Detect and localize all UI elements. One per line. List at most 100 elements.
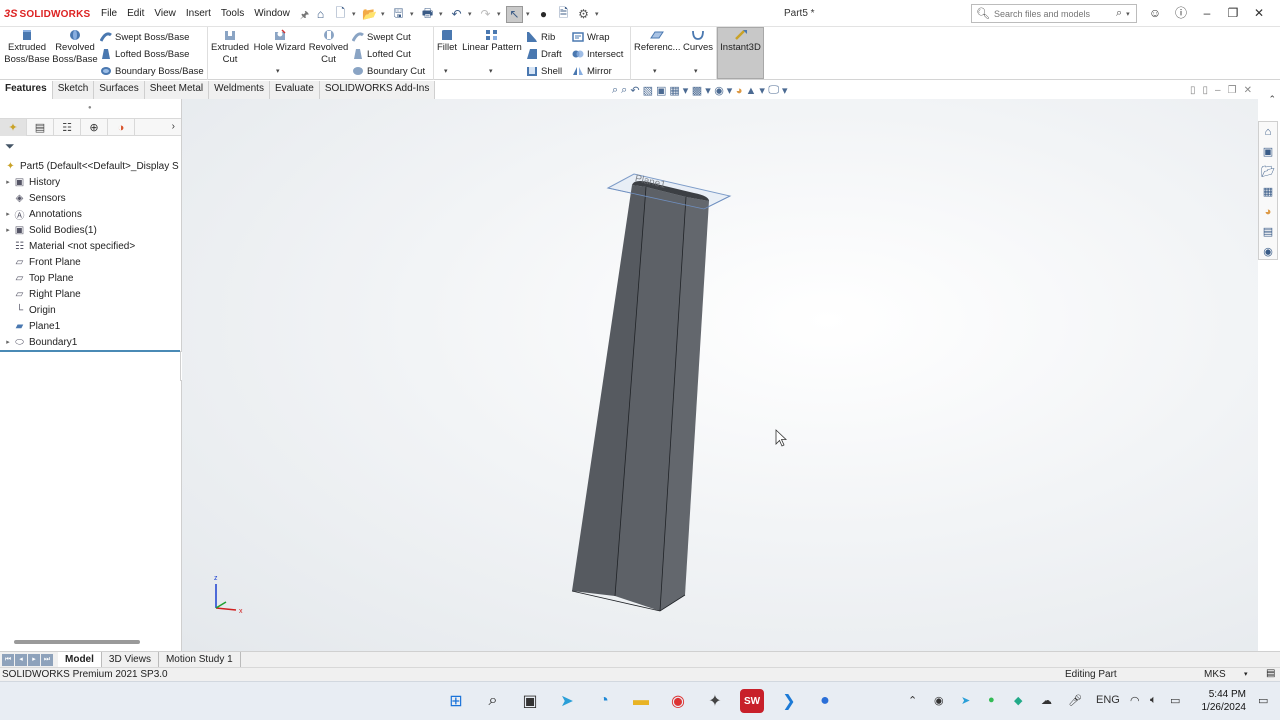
vscode-icon[interactable]: ❯: [777, 689, 801, 713]
menu-file[interactable]: File: [96, 8, 122, 25]
undo-icon[interactable]: ↶: [448, 6, 465, 23]
messenger-icon[interactable]: ●: [813, 689, 837, 713]
solidworks-forum-icon[interactable]: ◉: [1259, 242, 1277, 262]
telegram-tray-icon[interactable]: ➤: [961, 694, 970, 707]
select-dropdown-icon[interactable]: ▾: [526, 10, 532, 18]
menu-tools[interactable]: Tools: [216, 8, 249, 25]
edit-appearance-icon[interactable]: ◕: [736, 85, 743, 97]
extruded-boss-button[interactable]: Extruded Boss/Base: [4, 29, 50, 66]
tree-item-plane1[interactable]: ▰ Plane1: [0, 318, 181, 334]
obs-tray-icon[interactable]: ◉: [934, 694, 944, 707]
tree-item-origin[interactable]: └ Origin: [0, 302, 181, 318]
expand-arrow-icon[interactable]: ▸: [3, 226, 13, 234]
view-palette-icon[interactable]: ▦: [1259, 182, 1277, 202]
tree-item-history[interactable]: ▸ ▣ History: [0, 174, 181, 190]
next-tab-icon[interactable]: ▸: [28, 653, 40, 666]
open-dropdown-icon[interactable]: ▾: [381, 10, 387, 18]
tree-item-boundary1[interactable]: ▸ ⬭ Boundary1: [0, 334, 181, 350]
show-hidden-icons-icon[interactable]: ⌃: [908, 694, 917, 707]
first-tab-icon[interactable]: ⏮: [2, 653, 14, 666]
linear-pattern-button[interactable]: Linear Pattern: [462, 29, 522, 54]
swept-cut-button[interactable]: Swept Cut: [352, 29, 411, 45]
save-dropdown-icon[interactable]: ▾: [410, 10, 416, 18]
select-cursor-icon[interactable]: ↖: [506, 5, 523, 23]
design-library-icon[interactable]: ▣: [1259, 142, 1277, 162]
redo-dropdown-icon[interactable]: ▾: [497, 10, 503, 18]
print-icon[interactable]: 🖶: [419, 6, 436, 23]
solidworks-taskbar-icon[interactable]: SW: [740, 689, 764, 713]
configuration-manager-tab-icon[interactable]: ☷: [54, 119, 81, 136]
property-manager-tab-icon[interactable]: ▤: [27, 119, 54, 136]
tree-item-annotations[interactable]: ▸ Ⓐ Annotations: [0, 206, 181, 222]
graphics-area[interactable]: Plane1 z x: [182, 99, 1258, 652]
file-properties-icon[interactable]: 🗎: [555, 6, 572, 23]
viewport-close-icon[interactable]: ✕: [1244, 85, 1252, 96]
fillet-button[interactable]: Fillet: [435, 29, 459, 54]
panel-horizontal-scrollbar[interactable]: [14, 640, 140, 644]
tree-item-solid-bodies[interactable]: ▸ ▣ Solid Bodies(1): [0, 222, 181, 238]
draft-button[interactable]: Draft: [526, 46, 562, 62]
expand-arrow-icon[interactable]: ▸: [3, 178, 13, 186]
hide-show-items-icon[interactable]: ◉: [714, 84, 724, 97]
hole-wizard-button[interactable]: Hole Wizard: [253, 29, 306, 54]
viewport-tile-icon[interactable]: ▯: [1190, 85, 1196, 96]
expand-arrow-icon[interactable]: ▸: [3, 338, 13, 346]
options-dropdown-icon[interactable]: ▾: [595, 10, 601, 18]
view-orientation-dropdown-icon[interactable]: ▾: [683, 84, 689, 97]
boundary-boss-button[interactable]: Boundary Boss/Base: [100, 63, 204, 79]
display-manager-tab-icon[interactable]: ◑: [108, 119, 135, 136]
dynamic-annotation-icon[interactable]: ▣: [656, 84, 666, 97]
microphone-tray-icon[interactable]: 🎤︎: [1068, 694, 1082, 707]
extruded-cut-button[interactable]: Extruded Cut: [208, 29, 252, 66]
instant3d-label-wrap[interactable]: Instant3D: [717, 29, 764, 54]
menu-edit[interactable]: Edit: [122, 8, 149, 25]
view-orientation-icon[interactable]: ▦: [669, 84, 679, 97]
unit-system[interactable]: MKS: [1204, 669, 1226, 680]
mirror-button[interactable]: Mirror: [572, 63, 612, 79]
lofted-boss-button[interactable]: Lofted Boss/Base: [100, 46, 189, 62]
search-go-icon[interactable]: ⌕: [1116, 7, 1122, 20]
fillet-dropdown-icon[interactable]: ▾: [444, 67, 448, 75]
tree-item-top-plane[interactable]: ▱ Top Plane: [0, 270, 181, 286]
reference-dropdown-icon[interactable]: ▾: [653, 67, 657, 75]
davinci-resolve-icon[interactable]: ✦: [703, 689, 727, 713]
apply-scene-dropdown-icon[interactable]: ▾: [759, 84, 765, 97]
tree-item-front-plane[interactable]: ▱ Front Plane: [0, 254, 181, 270]
unit-system-dropdown-icon[interactable]: ▾: [1244, 670, 1248, 678]
menu-view[interactable]: View: [149, 8, 181, 25]
search-input[interactable]: [993, 8, 1112, 19]
appearances-icon[interactable]: ◕: [1259, 202, 1277, 222]
rib-button[interactable]: Rib: [526, 29, 555, 45]
taskbar-search-icon[interactable]: ⌕: [481, 689, 505, 713]
tab-evaluate[interactable]: Evaluate: [269, 81, 320, 99]
view-settings-icon[interactable]: 🖵︎: [768, 84, 779, 97]
zoom-to-area-icon[interactable]: ⌕: [621, 84, 627, 97]
new-dropdown-icon[interactable]: ▾: [352, 10, 358, 18]
section-view-icon[interactable]: ▧: [643, 84, 653, 97]
solidworks-resources-icon[interactable]: ⌂: [1259, 122, 1277, 142]
wifi-icon[interactable]: ◠: [1130, 694, 1140, 707]
search-dropdown-icon[interactable]: ▾: [1126, 10, 1132, 18]
task-view-icon[interactable]: ▣: [518, 689, 542, 713]
tree-item-right-plane[interactable]: ▱ Right Plane: [0, 286, 181, 302]
boundary-cut-button[interactable]: Boundary Cut: [352, 63, 425, 79]
undo-dropdown-icon[interactable]: ▾: [468, 10, 474, 18]
search-box[interactable]: 🔍︎ ⌕ ▾: [971, 4, 1137, 23]
minimize-icon[interactable]: –: [1194, 6, 1220, 20]
solidworks-logo[interactable]: 3S SOLIDWORKS: [4, 6, 90, 22]
windows-start-icon[interactable]: ⊞: [444, 689, 468, 713]
input-language[interactable]: ENG: [1096, 694, 1120, 706]
tree-item-material[interactable]: ☷ Material <not specified>: [0, 238, 181, 254]
help-icon[interactable]: ⓘ: [1168, 4, 1194, 21]
revolved-boss-button[interactable]: Revolved Boss/Base: [52, 29, 98, 66]
tab-sheet-metal[interactable]: Sheet Metal: [144, 81, 210, 99]
tab-solidworks-addins[interactable]: SOLIDWORKS Add-Ins: [319, 81, 436, 99]
user-account-icon[interactable]: ☺: [1142, 6, 1168, 20]
viewport-split-icon[interactable]: ▯: [1203, 85, 1209, 96]
wrap-button[interactable]: Wrap: [572, 29, 610, 45]
restore-icon[interactable]: ❐: [1220, 6, 1246, 20]
tab-3d-views[interactable]: 3D Views: [102, 652, 159, 667]
tab-model[interactable]: Model: [58, 652, 102, 667]
battery-icon[interactable]: ▭: [1170, 694, 1180, 707]
shell-button[interactable]: Shell: [526, 63, 562, 79]
